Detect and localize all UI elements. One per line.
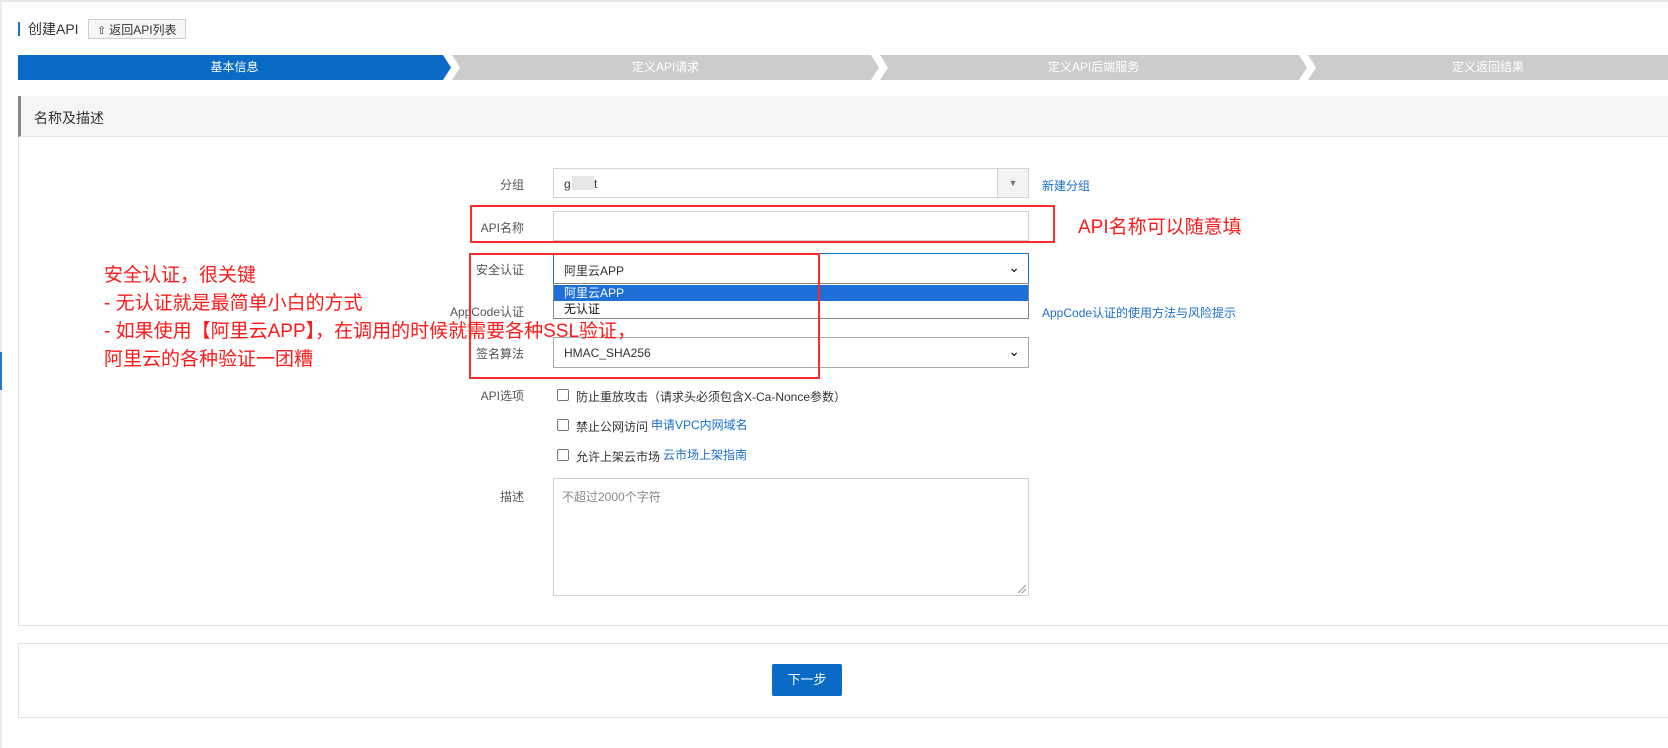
- upload-arrow-icon: ⇧: [97, 25, 107, 37]
- annotation-api-name: API名称可以随意填: [1078, 217, 1242, 238]
- replay-label: 防止重放攻击（请求头必须包含X-Ca-Nonce参数）: [576, 390, 847, 404]
- market-guide-link[interactable]: 云市场上架指南: [663, 446, 747, 463]
- back-button-label: 返回API列表: [109, 23, 177, 37]
- annotation-box-api-name: [470, 205, 1055, 243]
- step-define-response: 定义返回结果: [1308, 55, 1668, 80]
- step-label: 定义API后端服务: [1047, 60, 1140, 74]
- step-define-backend: 定义API后端服务: [880, 55, 1307, 80]
- step-basic-info: 基本信息: [18, 55, 451, 80]
- annotation-line: 阿里云的各种验证一团糟: [104, 349, 314, 370]
- step-define-request: 定义API请求: [452, 55, 879, 80]
- left-edge-marker: [0, 352, 2, 390]
- redacted-text: [572, 176, 594, 190]
- caret-down-icon[interactable]: ▼: [997, 169, 1028, 197]
- annotation-line: 安全认证，很关键: [104, 265, 257, 286]
- description-textarea[interactable]: 不超过2000个字符: [553, 478, 1029, 596]
- section-header: [18, 96, 1668, 137]
- new-group-link[interactable]: 新建分组: [1042, 177, 1090, 194]
- annotation-line: - 无认证就是最简单小白的方式: [104, 293, 363, 314]
- title-accent-bar: [18, 22, 20, 36]
- step-label: 基本信息: [210, 60, 259, 74]
- footer-panel: [18, 643, 1668, 718]
- resize-grip-icon[interactable]: [1018, 585, 1026, 593]
- market-checkbox[interactable]: [557, 449, 569, 461]
- wizard-steps: 基本信息 定义API请求 定义API后端服务 定义返回结果: [18, 55, 1668, 80]
- description-placeholder: 不超过2000个字符: [562, 490, 661, 504]
- group-select[interactable]: g matt ▼: [553, 168, 1029, 198]
- step-label: 定义返回结果: [1451, 60, 1524, 74]
- no-public-label: 禁止公网访问: [576, 420, 649, 434]
- group-label: 分组: [499, 178, 524, 192]
- vpc-domain-link[interactable]: 申请VPC内网域名: [651, 416, 748, 433]
- annotation-line: - 如果使用【阿里云APP】，在调用的时候就需要各种SSL验证，: [104, 321, 637, 342]
- no-public-checkbox[interactable]: [557, 419, 569, 431]
- api-options-label: API选项: [480, 389, 524, 403]
- back-to-api-list-button[interactable]: ⇧ 返回API列表: [88, 19, 186, 39]
- appcode-help-link[interactable]: AppCode认证的使用方法与风险提示: [1042, 304, 1236, 321]
- description-label: 描述: [499, 490, 524, 504]
- replay-checkbox[interactable]: [557, 389, 569, 401]
- top-border: [0, 0, 1668, 2]
- chevron-down-icon: ⌄: [1008, 343, 1020, 359]
- page-title: 创建API: [28, 21, 79, 37]
- section-title: 名称及描述: [34, 110, 104, 126]
- annotation-security: 安全认证，很关键 - 无认证就是最简单小白的方式 - 如果使用【阿里云APP】，…: [104, 262, 636, 374]
- market-label: 允许上架云市场: [576, 450, 661, 464]
- next-step-button[interactable]: 下一步: [772, 664, 842, 696]
- step-label: 定义API请求: [631, 60, 700, 74]
- chevron-down-icon: ⌄: [1008, 259, 1020, 275]
